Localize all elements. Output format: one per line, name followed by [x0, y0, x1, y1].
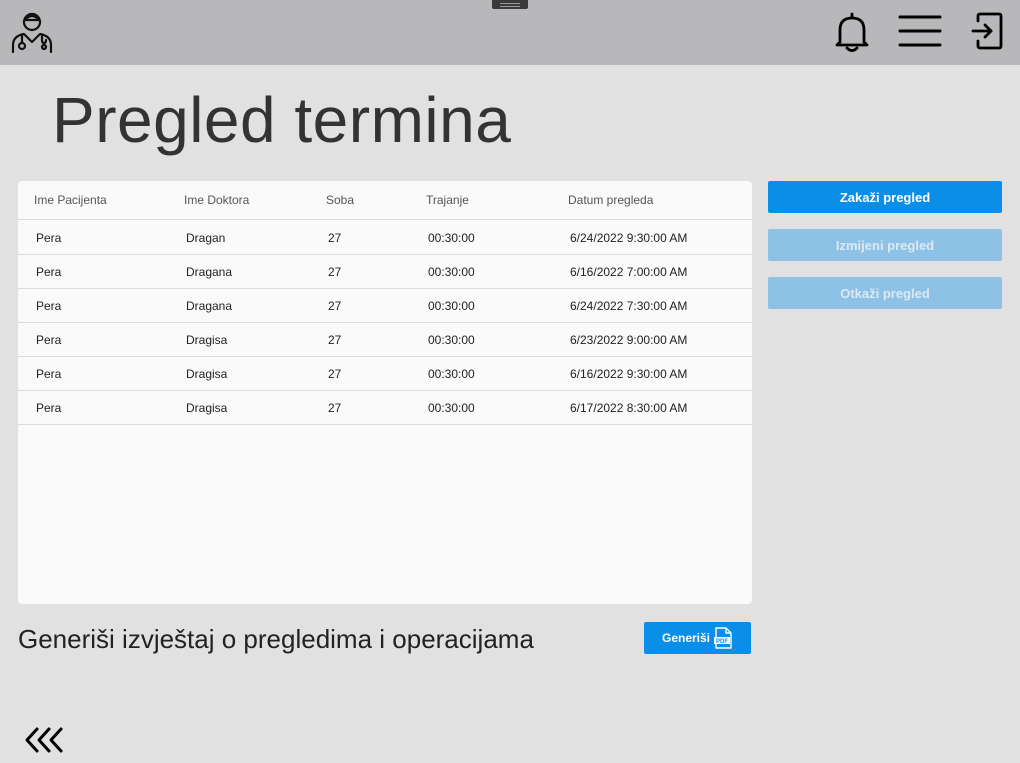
- cell-patient: Pera: [36, 333, 62, 347]
- cell-room: 27: [328, 367, 342, 381]
- table-row[interactable]: Pera Dragisa 27 00:30:00 6/23/2022 9:00:…: [18, 322, 752, 357]
- cell-room: 27: [328, 231, 342, 245]
- column-header-room[interactable]: Soba: [326, 193, 354, 207]
- generate-report-button[interactable]: Generiši PDF: [644, 622, 751, 654]
- svg-text:PDF: PDF: [716, 639, 728, 645]
- cell-doctor: Dragana: [186, 299, 233, 313]
- column-header-patient[interactable]: Ime Pacijenta: [34, 193, 107, 207]
- cell-date: 6/24/2022 7:30:00 AM: [570, 299, 688, 313]
- column-header-date[interactable]: Datum pregleda: [568, 193, 653, 207]
- column-header-doctor[interactable]: Ime Doktora: [184, 193, 249, 207]
- cell-date: 6/16/2022 9:30:00 AM: [570, 367, 688, 381]
- hamburger-menu-icon[interactable]: [898, 14, 942, 48]
- table-header: Ime Pacijenta Ime Doktora Soba Trajanje …: [18, 181, 752, 220]
- cell-patient: Pera: [36, 231, 62, 245]
- cell-doctor: Dragan: [186, 231, 226, 245]
- cell-doctor: Dragisa: [186, 401, 228, 415]
- cell-date: 6/17/2022 8:30:00 AM: [570, 401, 688, 415]
- triple-chevron-left-icon[interactable]: [24, 724, 68, 756]
- cell-duration: 00:30:00: [428, 367, 475, 381]
- cell-patient: Pera: [36, 265, 62, 279]
- table-row[interactable]: Pera Dragan 27 00:30:00 6/24/2022 9:30:0…: [18, 220, 752, 255]
- top-bar: [0, 0, 1020, 65]
- drag-handle[interactable]: [492, 0, 528, 9]
- appointments-table[interactable]: Ime Pacijenta Ime Doktora Soba Trajanje …: [18, 181, 752, 604]
- cell-doctor: Dragisa: [186, 367, 228, 381]
- cell-duration: 00:30:00: [428, 265, 475, 279]
- cell-patient: Pera: [36, 367, 62, 381]
- cell-room: 27: [328, 299, 342, 313]
- cell-patient: Pera: [36, 401, 62, 415]
- bell-icon[interactable]: [834, 11, 870, 53]
- cell-duration: 00:30:00: [428, 299, 475, 313]
- cell-duration: 00:30:00: [428, 401, 475, 415]
- table-row[interactable]: Pera Dragisa 27 00:30:00 6/17/2022 8:30:…: [18, 390, 752, 425]
- cell-room: 27: [328, 401, 342, 415]
- table-row[interactable]: Pera Dragana 27 00:30:00 6/24/2022 7:30:…: [18, 288, 752, 323]
- cell-date: 6/23/2022 9:00:00 AM: [570, 333, 688, 347]
- report-label: Generiši izvještaj o pregledima i operac…: [18, 624, 534, 654]
- doctor-avatar-icon[interactable]: [10, 9, 54, 53]
- generate-button-label: Generiši: [661, 631, 711, 645]
- cell-date: 6/24/2022 9:30:00 AM: [570, 231, 688, 245]
- logout-icon[interactable]: [970, 12, 1004, 50]
- pdf-file-icon: PDF: [714, 627, 732, 649]
- cell-room: 27: [328, 333, 342, 347]
- cell-duration: 00:30:00: [428, 231, 475, 245]
- cancel-appointment-button[interactable]: Otkaži pregled: [768, 277, 1002, 309]
- cell-duration: 00:30:00: [428, 333, 475, 347]
- cell-date: 6/16/2022 7:00:00 AM: [570, 265, 688, 279]
- schedule-appointment-button[interactable]: Zakaži pregled: [768, 181, 1002, 213]
- cell-doctor: Dragana: [186, 265, 233, 279]
- cell-doctor: Dragisa: [186, 333, 228, 347]
- cell-room: 27: [328, 265, 342, 279]
- page-title: Pregled termina: [52, 84, 512, 156]
- table-row[interactable]: Pera Dragana 27 00:30:00 6/16/2022 7:00:…: [18, 254, 752, 289]
- edit-appointment-button[interactable]: Izmijeni pregled: [768, 229, 1002, 261]
- cell-patient: Pera: [36, 299, 62, 313]
- table-row[interactable]: Pera Dragisa 27 00:30:00 6/16/2022 9:30:…: [18, 356, 752, 391]
- column-header-duration[interactable]: Trajanje: [426, 193, 469, 207]
